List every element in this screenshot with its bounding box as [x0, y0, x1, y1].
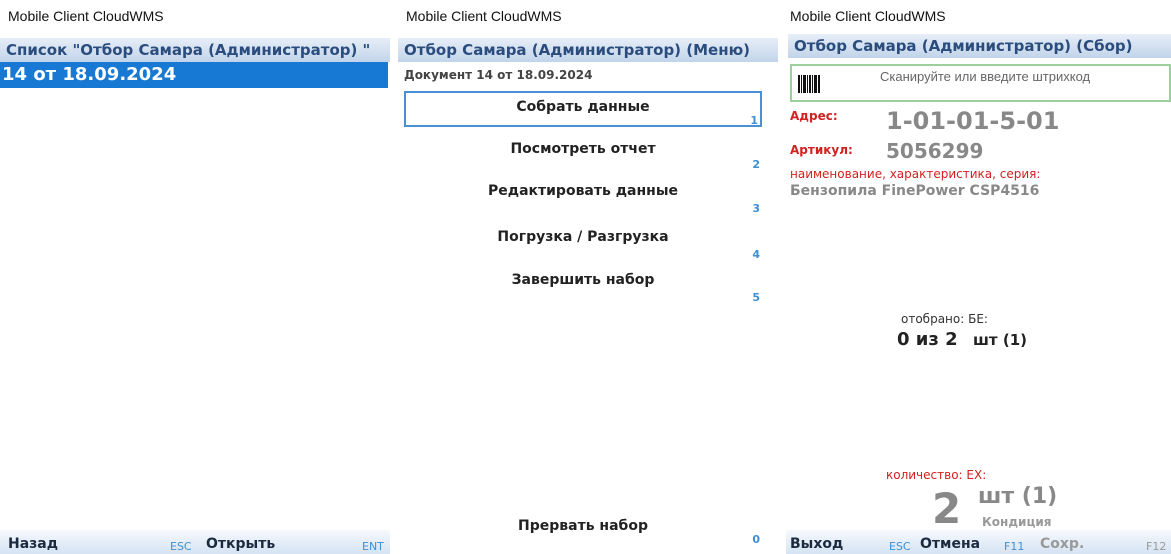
menu-item-label: Посмотреть отчет [510, 141, 656, 157]
screen-document-list: Mobile Client CloudWMS Список "Отбор Сам… [0, 0, 390, 554]
footer-bar: Назад ESC Открыть ENT [0, 530, 390, 554]
barcode-input[interactable]: Сканируйте или введите штрихкод [790, 64, 1171, 102]
screen-menu: Mobile Client CloudWMS Отбор Самара (Адм… [398, 0, 778, 554]
quantity-unit: шт (1) [978, 484, 1058, 509]
menu-item-abort-picking[interactable]: Прервать набор 0 [404, 512, 762, 548]
app-title: Mobile Client CloudWMS [8, 8, 164, 24]
app-title: Mobile Client CloudWMS [406, 8, 562, 24]
collect-header: Отбор Самара (Администратор) (Сбор) [788, 34, 1171, 58]
name-label: наименование, характеристика, серия: [790, 167, 1041, 181]
cancel-key-hint: F11 [1004, 540, 1025, 553]
back-key-hint: ESC [170, 540, 192, 553]
save-key-hint: F12 [1146, 540, 1167, 553]
quantity-label: количество: ЕХ: [886, 468, 987, 482]
menu-item-key: 0 [752, 533, 760, 546]
menu-item-finish-picking[interactable]: Завершить набор 5 [404, 266, 762, 304]
document-line: Документ 14 от 18.09.2024 [404, 68, 593, 82]
exit-button[interactable]: Выход [790, 536, 843, 552]
menu-item-edit-data[interactable]: Редактировать данные 3 [404, 177, 762, 215]
quantity-condition: Кондиция [982, 515, 1052, 529]
list-header: Список "Отбор Самара (Администратор) " [0, 38, 390, 62]
open-key-hint: ENT [362, 540, 384, 553]
menu-item-key: 5 [752, 291, 760, 304]
back-button[interactable]: Назад [8, 536, 58, 552]
item-name-value: Бензопила FinePower CSP4516 [790, 183, 1040, 199]
picked-label: отобрано: БЕ: [901, 312, 988, 326]
picked-unit: шт (1) [973, 331, 1027, 349]
cancel-button[interactable]: Отмена [920, 536, 980, 552]
menu-item-label: Собрать данные [516, 99, 650, 115]
screen-collect: Mobile Client CloudWMS Отбор Самара (Адм… [786, 0, 1171, 554]
menu-item-key: 4 [752, 248, 760, 261]
menu-item-key: 3 [752, 202, 760, 215]
app-title: Mobile Client CloudWMS [790, 8, 946, 24]
address-label: Адрес: [790, 109, 838, 123]
menu-item-key: 2 [752, 158, 760, 171]
barcode-placeholder: Сканируйте или введите штрихкод [880, 69, 1091, 84]
exit-key-hint: ESC [889, 540, 911, 553]
picked-value: 0 из 2 [897, 329, 958, 350]
menu-item-key: 1 [750, 114, 758, 127]
barcode-icon [798, 75, 820, 93]
list-item-selected[interactable]: 14 от 18.09.2024 [0, 62, 388, 88]
menu-item-view-report[interactable]: Посмотреть отчет 2 [404, 135, 762, 171]
menu-item-collect-data[interactable]: Собрать данные 1 [404, 91, 762, 127]
quantity-value[interactable]: 2 [932, 484, 961, 534]
menu-header: Отбор Самара (Администратор) (Меню) [398, 38, 778, 62]
menu-item-label: Редактировать данные [488, 183, 678, 199]
open-button[interactable]: Открыть [206, 536, 275, 552]
menu-item-label: Завершить набор [511, 272, 655, 288]
article-label: Артикул: [790, 143, 853, 157]
menu-item-label: Прервать набор [518, 518, 648, 534]
footer-bar: Выход ESC Отмена F11 Сохр. F12 [786, 530, 1171, 554]
menu-item-label: Погрузка / Разгрузка [497, 229, 669, 245]
save-button[interactable]: Сохр. [1040, 536, 1084, 552]
menu-item-loading-unloading[interactable]: Погрузка / Разгрузка 4 [404, 223, 762, 261]
article-value: 5056299 [886, 139, 984, 163]
address-value: 1-01-01-5-01 [886, 107, 1060, 135]
